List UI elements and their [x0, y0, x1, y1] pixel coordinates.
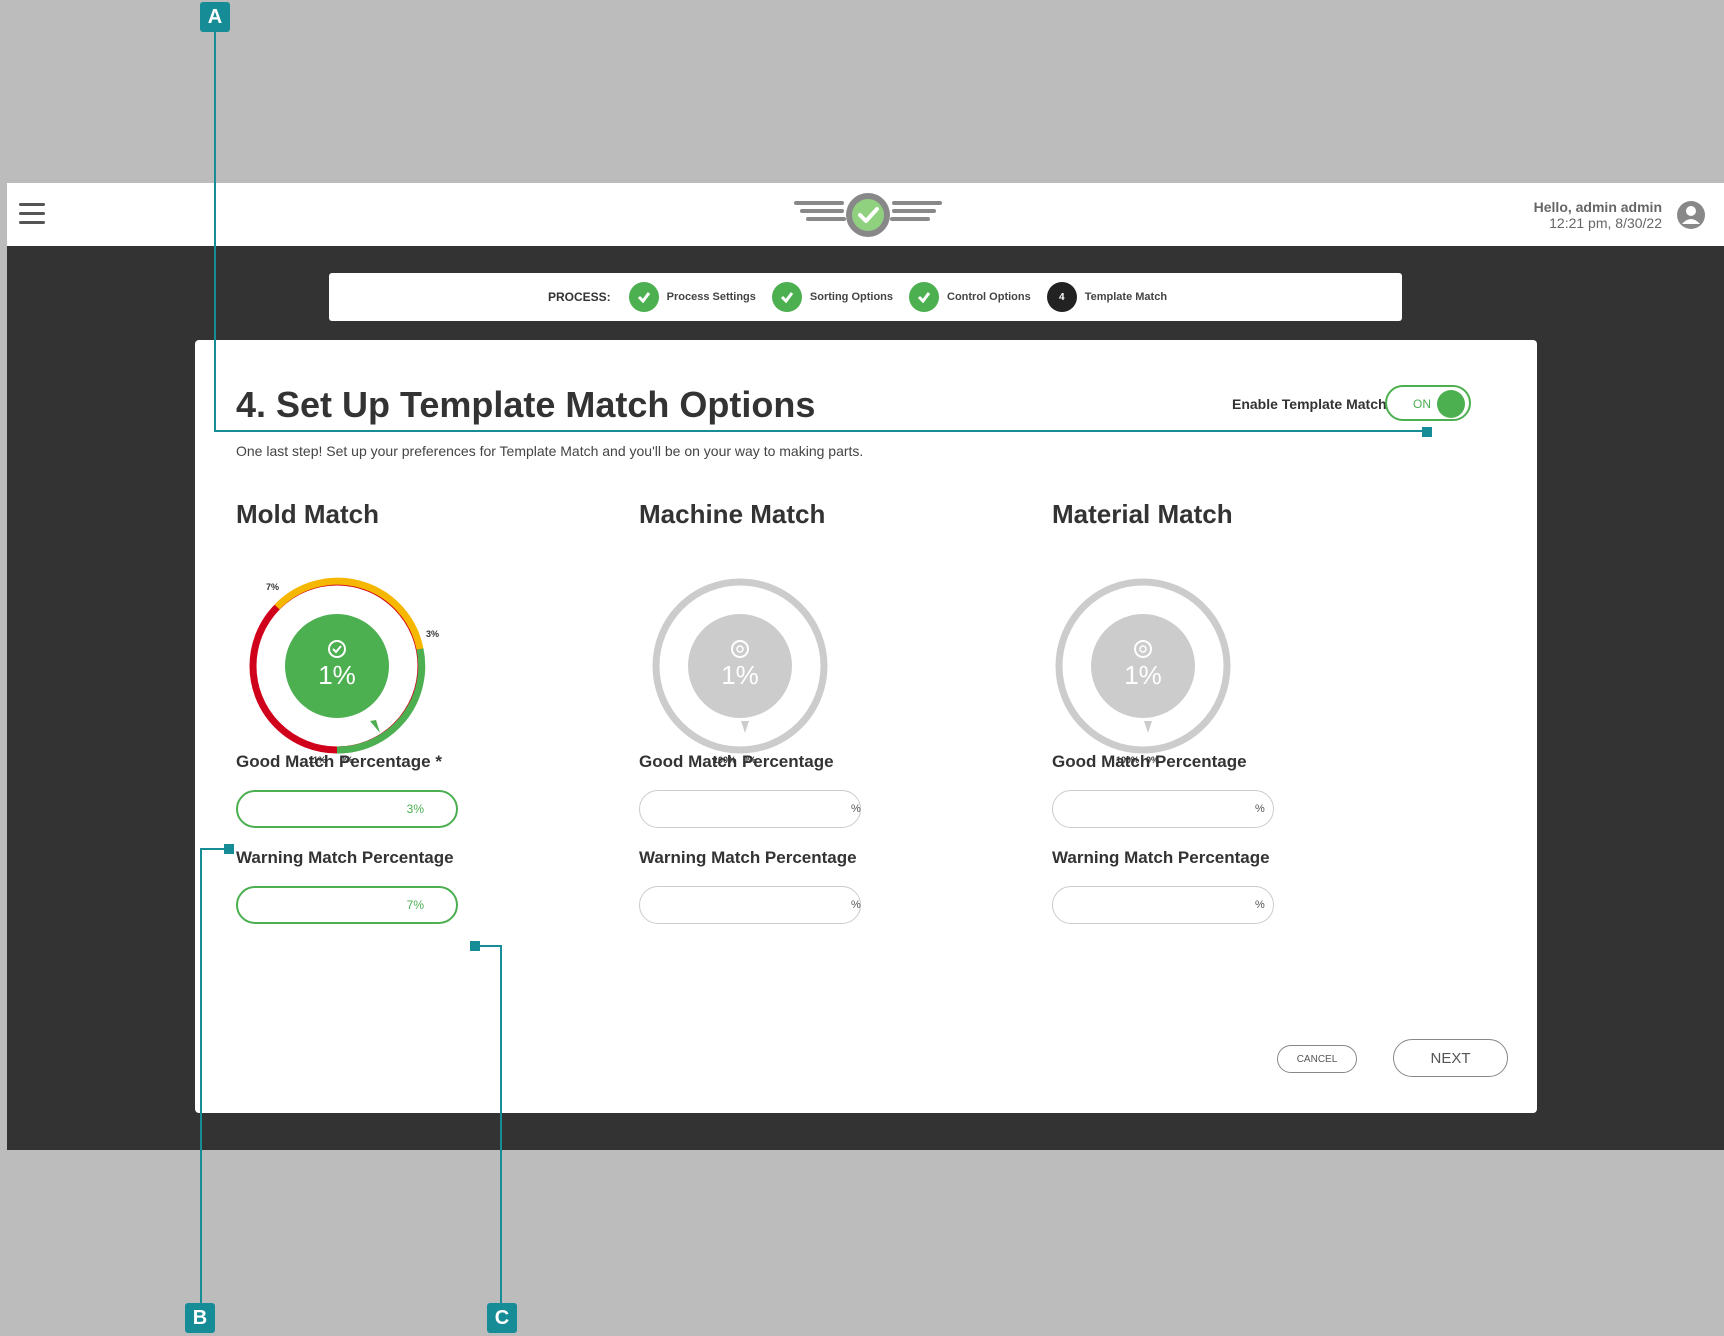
mold-warning-input[interactable]: [236, 886, 458, 924]
check-icon: [771, 282, 802, 312]
step-label: Process Settings: [666, 291, 756, 303]
mold-match-gauge: 1% 7% 3% 11% 0%: [249, 577, 439, 763]
step-label: Template Match: [1084, 291, 1168, 303]
machine-match-title: Machine Match: [639, 499, 826, 529]
machine-good-label: Good Match Percentage: [639, 752, 834, 771]
material-warning-input[interactable]: [1052, 886, 1274, 924]
user-greeting: Hello, admin admin 12:21 pm, 8/30/22: [1534, 199, 1662, 231]
check-icon: [628, 282, 659, 312]
app-window: Hello, admin admin 12:21 pm, 8/30/22 PRO…: [7, 183, 1724, 1150]
callout-badge-c: C: [487, 1303, 517, 1333]
template-match-card: 4. Set Up Template Match Options One las…: [195, 340, 1537, 1113]
gauge-center-value: 1%: [318, 660, 356, 690]
gauge-center-value: 1%: [721, 660, 759, 690]
gauge-warning-label: 7%: [266, 582, 279, 592]
mold-warning-label: Warning Match Percentage: [236, 848, 454, 867]
material-good-label: Good Match Percentage: [1052, 752, 1247, 771]
greeting-text: Hello, admin admin: [1533, 199, 1662, 215]
timestamp: 12:21 pm, 8/30/22: [1549, 215, 1662, 231]
callout-line-b-horizontal: [200, 848, 226, 850]
gauge-needle: [1144, 721, 1152, 733]
cancel-button[interactable]: CANCEL: [1277, 1045, 1357, 1073]
gauge-good-label: 3%: [426, 629, 439, 639]
mold-good-label: Good Match Percentage *: [236, 752, 442, 771]
gauge-center-value: 1%: [1124, 660, 1162, 690]
enable-template-match-label: Enable Template Match: [1232, 396, 1387, 412]
material-match-gauge: 1% 100% 0%: [1055, 578, 1231, 763]
step-template-match[interactable]: 4 Template Match: [1046, 282, 1168, 312]
callout-line-c-horizontal: [478, 945, 502, 947]
machine-good-input[interactable]: [639, 790, 861, 828]
callout-line-b-vertical: [200, 848, 202, 1318]
step-control-options[interactable]: Control Options: [909, 282, 1031, 312]
step-sorting-options[interactable]: Sorting Options: [771, 282, 894, 312]
toggle-knob: [1437, 390, 1465, 418]
machine-warning-suffix: %: [851, 899, 861, 911]
mold-match-title: Mold Match: [236, 499, 379, 529]
page-title: 4. Set Up Template Match Options: [236, 384, 816, 425]
process-label: PROCESS:: [547, 290, 611, 304]
step-label: Sorting Options: [809, 291, 894, 303]
callout-badge-b: B: [185, 1303, 215, 1333]
material-good-input[interactable]: [1052, 790, 1274, 828]
toggle-state-text: ON: [1413, 397, 1431, 411]
callout-line-a-vertical: [214, 32, 216, 432]
app-logo: [794, 193, 942, 237]
machine-match-gauge: 1% 100% 0%: [652, 578, 828, 763]
check-icon: [909, 282, 940, 312]
step-number: 4: [1046, 282, 1077, 312]
next-button[interactable]: NEXT: [1393, 1039, 1508, 1077]
top-bar: Hello, admin admin 12:21 pm, 8/30/22: [7, 183, 1724, 246]
callout-line-c-vertical: [500, 945, 502, 1318]
step-process-settings[interactable]: Process Settings: [628, 282, 756, 312]
menu-icon[interactable]: [19, 203, 45, 225]
step-label: Control Options: [947, 291, 1031, 303]
gauge-needle: [741, 721, 749, 733]
page-subtitle: One last step! Set up your preferences f…: [236, 443, 864, 459]
material-warning-label: Warning Match Percentage: [1052, 848, 1270, 867]
enable-template-match-toggle[interactable]: ON: [1385, 385, 1471, 421]
material-match-title: Material Match: [1052, 499, 1233, 529]
callout-dot-a: [1422, 427, 1432, 437]
mold-good-input[interactable]: [236, 790, 458, 828]
material-good-suffix: %: [1255, 803, 1265, 815]
user-avatar-icon[interactable]: [1676, 200, 1706, 230]
gauge-needle: [370, 720, 380, 733]
callout-line-a-horizontal: [214, 430, 1428, 432]
machine-good-suffix: %: [851, 803, 861, 815]
machine-warning-label: Warning Match Percentage: [639, 848, 857, 867]
callout-badge-a: A: [200, 2, 230, 32]
material-warning-suffix: %: [1255, 899, 1265, 911]
process-stepper: PROCESS: Process Settings Sorting Option…: [329, 273, 1402, 321]
machine-warning-input[interactable]: [639, 886, 861, 924]
